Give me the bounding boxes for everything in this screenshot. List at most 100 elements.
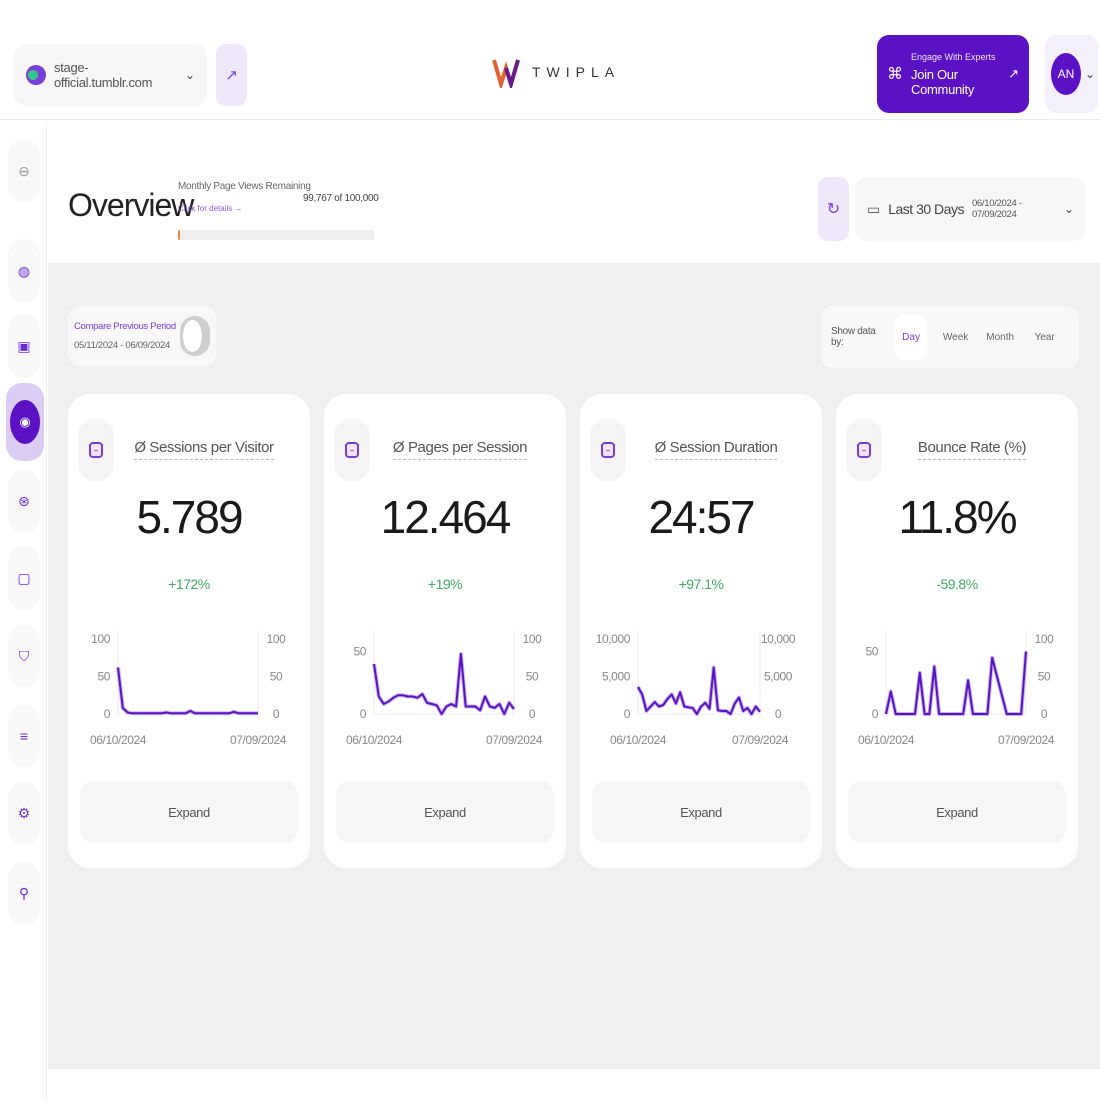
- data-point: [257, 712, 259, 714]
- data-point: [247, 712, 249, 714]
- left-tick-label: 50: [865, 645, 878, 659]
- refresh-icon: ↻: [826, 201, 841, 218]
- left-tick-label: 0: [104, 707, 111, 721]
- line-chart: 0 50 0 50 100 06/10/2024 07/09/2024: [346, 631, 543, 747]
- data-point: [373, 663, 375, 665]
- card-change: -59.8%: [936, 576, 978, 592]
- data-point: [388, 701, 390, 703]
- series-line: [885, 651, 1027, 715]
- sidebar-item-shop[interactable]: ▣: [8, 314, 40, 378]
- card-title-text: Ø Session Duration: [654, 439, 778, 460]
- sidebar-item-location[interactable]: ⚲: [8, 861, 40, 925]
- sidebar-item-privacy[interactable]: ⛉: [8, 624, 40, 688]
- option-day[interactable]: Day: [894, 314, 928, 360]
- data-point: [252, 712, 254, 714]
- data-point: [441, 713, 443, 715]
- twipla-logo-mark-icon: [492, 59, 520, 88]
- series-line-shadow: [372, 652, 516, 716]
- quota-label: Monthly Page Views Remaining: [178, 181, 311, 192]
- right-tick-label: 0: [529, 707, 536, 721]
- data-point: [948, 713, 950, 715]
- left-tick-label: 0: [360, 707, 367, 721]
- chevron-down-icon: ⌄: [184, 68, 195, 82]
- expand-button[interactable]: Expand: [80, 781, 298, 843]
- page-title: Overview: [68, 187, 194, 223]
- option-month[interactable]: Month: [984, 314, 1017, 360]
- data-point: [658, 706, 660, 708]
- compare-title: Compare Previous Period: [74, 321, 176, 332]
- website-selector[interactable]: stage-official.tumblr.com ⌄: [14, 44, 207, 106]
- show-data-by-label: Show data by:: [831, 326, 876, 348]
- external-link-icon: ↗: [225, 67, 238, 84]
- data-point: [662, 704, 664, 706]
- open-website-button[interactable]: ↗: [216, 44, 247, 106]
- join-community-button[interactable]: ⌘ Engage With Experts Join Our Community…: [877, 35, 1029, 113]
- data-point: [470, 706, 472, 708]
- chevron-down-icon: ⌄: [1063, 202, 1074, 216]
- data-point: [675, 703, 677, 705]
- card-title[interactable]: Ø Session Duration: [620, 439, 812, 460]
- compare-toggle[interactable]: [180, 316, 210, 356]
- user-menu[interactable]: AN ⌄: [1045, 35, 1098, 113]
- right-tick-label: 0: [775, 707, 782, 721]
- expand-button[interactable]: Expand: [592, 781, 810, 843]
- sidebar: ⊖ ◍ ▣ ◉ ⊛ ▢ ⛉ ≡ ⚙ ⚲: [0, 121, 47, 1100]
- data-point: [214, 712, 216, 714]
- data-point: [755, 706, 757, 708]
- option-week[interactable]: Week: [939, 314, 972, 360]
- date-range-selector[interactable]: ▭ Last 30 Days 06/10/2024 - 07/09/2024 ⌄: [855, 177, 1086, 241]
- data-point: [484, 696, 486, 698]
- data-point: [967, 679, 969, 681]
- chat-icon: ▢: [17, 569, 31, 586]
- arrow-left-circle-icon: ⊖: [18, 162, 30, 179]
- data-point: [671, 694, 673, 696]
- chart-icon: ⌁: [857, 442, 871, 458]
- data-point: [700, 706, 702, 708]
- expand-button[interactable]: Expand: [848, 781, 1066, 843]
- data-point: [465, 706, 467, 708]
- right-tick-label: 100: [267, 632, 287, 646]
- data-point: [688, 706, 690, 708]
- sidebar-item-website-analytics[interactable]: ◍: [8, 239, 40, 303]
- data-point: [204, 712, 206, 714]
- x-tick-label: 06/10/2024: [858, 733, 915, 747]
- option-year[interactable]: Year: [1028, 314, 1061, 360]
- sidebar-item-database[interactable]: ≡: [8, 704, 40, 768]
- data-point: [407, 696, 409, 698]
- quota-details-link[interactable]: Click for details →: [178, 204, 242, 213]
- data-point: [233, 711, 235, 713]
- data-point: [141, 712, 143, 714]
- data-point: [503, 713, 505, 715]
- sidebar-item-collapse[interactable]: ⊖: [8, 139, 40, 203]
- data-point: [666, 698, 668, 700]
- card-title[interactable]: Ø Sessions per Visitor: [108, 439, 300, 460]
- data-point: [730, 713, 732, 715]
- card-title[interactable]: Ø Pages per Session: [364, 439, 556, 460]
- data-point: [704, 702, 706, 704]
- bag-icon: ▣: [17, 337, 31, 354]
- data-point: [904, 713, 906, 715]
- sidebar-item-visitor-behavior[interactable]: ◉: [6, 383, 44, 461]
- card-title[interactable]: Bounce Rate (%): [876, 439, 1068, 460]
- sidebar-item-visitor-insights[interactable]: ⊛: [8, 469, 40, 533]
- data-point: [734, 703, 736, 705]
- data-point: [127, 712, 129, 714]
- left-tick-label: 0: [872, 707, 879, 721]
- sidebar-item-visitor-communication[interactable]: ▢: [8, 546, 40, 610]
- data-point: [455, 706, 457, 708]
- refresh-button[interactable]: ↻: [818, 177, 849, 241]
- quota-progress-fill: [178, 230, 180, 240]
- data-point: [1020, 713, 1022, 715]
- x-tick-label: 07/09/2024: [998, 733, 1055, 747]
- data-point: [122, 707, 124, 709]
- right-tick-label: 50: [526, 670, 539, 684]
- twipla-logo[interactable]: TWIPLA: [492, 56, 620, 88]
- data-point: [751, 713, 753, 715]
- data-point: [746, 707, 748, 709]
- left-tick-label: 0: [624, 707, 631, 721]
- data-point: [742, 710, 744, 712]
- expand-button[interactable]: Expand: [336, 781, 554, 843]
- sidebar-item-settings[interactable]: ⚙: [8, 781, 40, 845]
- data-point: [445, 706, 447, 708]
- data-point: [654, 701, 656, 703]
